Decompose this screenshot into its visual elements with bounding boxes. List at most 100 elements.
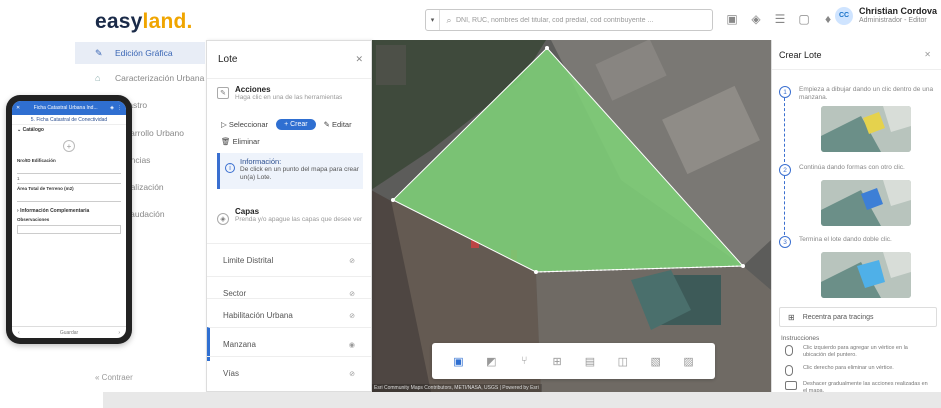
mouse-right-icon xyxy=(785,365,793,376)
avatar: CC xyxy=(835,6,853,25)
image-icon[interactable]: ▨ xyxy=(679,351,699,371)
collapse-button[interactable]: « Contraer xyxy=(95,373,133,382)
edit-vertex-icon[interactable]: ◩ xyxy=(481,351,501,371)
sidebar-item-caracterizacion[interactable]: ⌂ Caracterización Urbana xyxy=(75,67,205,89)
app-root: easyland. ▾ ⌕ ▣ ◈ ☰ ▢ ♦ CC Christian Cor… xyxy=(0,0,941,408)
acciones-subtitle: Haga clic en una de las herramientas xyxy=(235,94,343,101)
phone-section-catalogo[interactable]: ⌄ Catálogo xyxy=(12,125,126,135)
lote-panel-title: Lote xyxy=(218,54,238,65)
search-icon: ⌕ xyxy=(446,14,452,25)
merge-icon[interactable]: ▤ xyxy=(580,351,600,371)
phone-screen: ✕ Ficha Catastral Urbana Ind... ◈ ⋮ 5. F… xyxy=(12,101,126,338)
step-1-illustration xyxy=(821,106,911,152)
select-tool-button[interactable]: ▷ Seleccionar xyxy=(221,120,268,129)
layer-vias[interactable]: Vías ⊘ xyxy=(207,356,371,390)
info-icon: i xyxy=(225,163,235,173)
cut-icon[interactable]: ◫ xyxy=(613,351,633,371)
crear-lote-panel: Crear Lote ✕ 1 Empieza a dibujar dando u… xyxy=(771,40,941,408)
phone-field-input[interactable] xyxy=(17,193,121,202)
list-icon[interactable]: ☰ xyxy=(773,11,787,27)
phone-title: Ficha Catastral Urbana Ind... xyxy=(33,105,98,111)
crear-lote-title: Crear Lote xyxy=(779,49,822,60)
phone-app-bar: ✕ Ficha Catastral Urbana Ind... ◈ ⋮ xyxy=(12,101,126,115)
satellite-imagery xyxy=(371,40,771,392)
phone-field-label: Nro/ID Edificación xyxy=(17,158,56,163)
header-tools: ▣ ◈ ☰ ▢ ♦ xyxy=(725,11,835,27)
step-number: 2 xyxy=(779,164,791,176)
eye-off-icon[interactable]: ⊘ xyxy=(349,370,355,378)
step-number: 3 xyxy=(779,236,791,248)
copy-icon[interactable]: ▧ xyxy=(646,351,666,371)
layers-icon: ◈ xyxy=(217,213,229,225)
search-bar: ▾ ⌕ xyxy=(425,9,713,31)
chat-icon[interactable]: ▢ xyxy=(797,11,811,27)
crear-lote-header: Crear Lote ✕ xyxy=(772,40,941,70)
eye-off-icon[interactable]: ⊘ xyxy=(349,290,355,298)
footer-band xyxy=(103,392,941,408)
building-icon: ⌂ xyxy=(95,73,101,83)
lote-panel-header: Lote ✕ xyxy=(207,41,371,79)
map-toolbar: ▣ ◩ ⑂ ⊞ ▤ ◫ ▧ ▨ xyxy=(432,343,715,379)
pen-icon: ✎ xyxy=(95,47,103,58)
step-number: 1 xyxy=(779,86,791,98)
phone-field-input[interactable] xyxy=(17,165,121,174)
eye-icon[interactable]: ◉ xyxy=(349,341,355,349)
layer-limite-distrital[interactable]: Limite Distrital ⊘ xyxy=(207,243,371,277)
close-icon[interactable]: ✕ xyxy=(924,50,931,59)
keyboard-icon xyxy=(785,381,797,390)
phone-save-button[interactable]: Guardar xyxy=(60,330,78,336)
close-icon[interactable]: ✕ xyxy=(355,54,363,65)
phone-obs-label: Observaciones xyxy=(17,217,50,222)
search-input[interactable] xyxy=(456,16,706,24)
info-title: Información: xyxy=(240,157,282,166)
user-name: Christian Cordova xyxy=(859,6,938,16)
step-text: Termina el lote dando doble clic. xyxy=(799,236,892,243)
step-3-illustration xyxy=(821,252,911,298)
next-icon[interactable]: › xyxy=(118,330,120,336)
lote-panel: Lote ✕ ✎ Acciones Haga clic en una de la… xyxy=(206,40,372,392)
recenter-icon: ⊞ xyxy=(788,312,795,322)
grid-icon[interactable]: ⊞ xyxy=(547,351,567,371)
delete-button[interactable]: 🗑 Eliminar xyxy=(221,137,260,146)
user-menu[interactable]: CC Christian Cordova Administrador - Edi… xyxy=(835,6,937,25)
step-connector xyxy=(784,176,785,240)
instruction-right-click: Clic derecho para eliminar un vértice. xyxy=(781,365,931,376)
more-icon[interactable]: ⋮ xyxy=(117,105,122,111)
layers-icon[interactable]: ◈ xyxy=(749,11,763,27)
instruction-left-click: Clic izquierdo para agregar un vértice e… xyxy=(781,345,931,358)
prev-icon[interactable]: ‹ xyxy=(18,330,20,336)
phone-field-input[interactable]: 1 xyxy=(17,175,121,184)
map-attribution: Esri Community Maps Contributors, METI/N… xyxy=(371,384,542,392)
map-icon[interactable]: ◈ xyxy=(110,105,114,111)
close-icon[interactable]: ✕ xyxy=(16,105,20,111)
step-2-illustration xyxy=(821,180,911,226)
add-photo-button[interactable]: + xyxy=(63,140,75,152)
recenter-button[interactable]: ⊞ Recentra para tracings xyxy=(779,307,937,327)
eye-off-icon[interactable]: ⊘ xyxy=(349,312,355,320)
map-view[interactable]: Esri Community Maps Contributors, METI/N… xyxy=(371,40,771,392)
acciones-section: Acciones Haga clic en una de las herrami… xyxy=(235,85,365,102)
capas-title: Capas xyxy=(235,207,260,216)
map-icon[interactable]: ▣ xyxy=(725,11,739,27)
phone-section-complementaria[interactable]: › Información Complementaria xyxy=(12,206,126,216)
search-filter-dropdown[interactable]: ▾ xyxy=(426,10,440,30)
step-connector xyxy=(784,98,785,162)
top-header: easyland. ▾ ⌕ ▣ ◈ ☰ ▢ ♦ CC Christian Cor… xyxy=(75,0,941,40)
tools-icon: ✎ xyxy=(217,87,229,99)
phone-subtitle: 5. Ficha Catastral de Conectividad xyxy=(12,115,126,125)
capas-section: Capas Prenda y/o apague las capas que de… xyxy=(235,207,365,224)
phone-obs-input[interactable] xyxy=(17,225,121,234)
edit-button[interactable]: ✎ Editar xyxy=(324,120,352,129)
step-text: Continúa dando formas con otro clic. xyxy=(799,164,905,171)
split-icon[interactable]: ⑂ xyxy=(514,351,534,371)
eye-off-icon[interactable]: ⊘ xyxy=(349,257,355,265)
phone-mockup: ✕ Ficha Catastral Urbana Ind... ◈ ⋮ 5. F… xyxy=(6,95,132,344)
capas-subtitle: Prenda y/o apague las capas que desee ve… xyxy=(235,216,363,223)
app-logo[interactable]: easyland. xyxy=(95,10,193,34)
instructions-title: Instrucciones xyxy=(781,335,820,342)
sidebar-item-edicion-grafica[interactable]: ✎ Edición Gráfica xyxy=(75,42,205,64)
phone-field-label: Área Total de Terreno (m2) xyxy=(17,186,74,191)
create-button[interactable]: + Crear xyxy=(276,119,316,130)
select-polygon-icon[interactable]: ▣ xyxy=(448,351,468,371)
bell-icon[interactable]: ♦ xyxy=(821,11,835,27)
